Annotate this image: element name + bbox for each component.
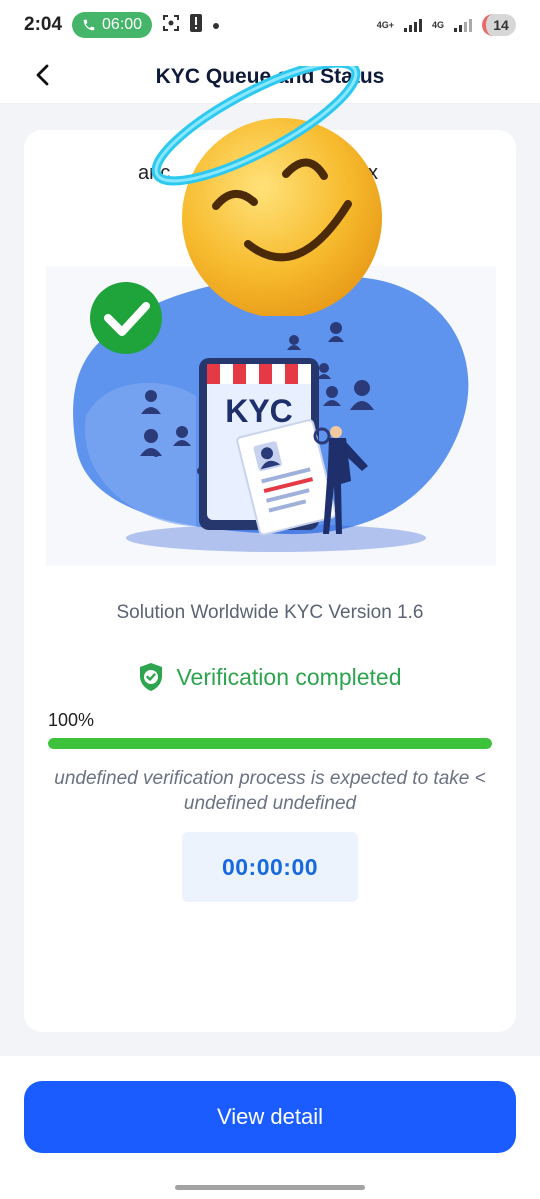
call-duration: 06:00 <box>102 16 143 33</box>
home-indicator[interactable] <box>175 1185 365 1190</box>
status-time: 2:04 <box>24 14 63 35</box>
back-button[interactable] <box>28 60 58 90</box>
progress-bar-fill <box>48 738 492 749</box>
network-type-2: 4G <box>431 19 444 30</box>
phone-icon <box>83 19 95 31</box>
view-detail-button[interactable]: View detail <box>24 1081 516 1153</box>
dot-icon <box>212 17 220 34</box>
network-type-1: 4G+ <box>376 19 394 30</box>
signal-icon-2 <box>454 18 472 32</box>
chevron-left-icon <box>36 64 49 86</box>
halo-smile-emoji-icon <box>151 66 382 316</box>
kyc-label: KYC <box>225 393 293 429</box>
progress-percent: 100% <box>48 710 95 730</box>
screenshot-icon <box>162 14 180 36</box>
timer-display: 00:00:00 <box>182 832 358 902</box>
status-bar: 2:04 06:00 4G+ 4G 14 <box>0 0 540 50</box>
kyc-version-text: Solution Worldwide KYC Version 1.6 <box>116 602 424 623</box>
alert-icon <box>190 14 203 36</box>
verification-status: Verification completed <box>0 662 540 692</box>
signal-icon <box>403 18 422 32</box>
shield-check-icon <box>140 663 163 691</box>
progress-bar <box>48 738 492 749</box>
expected-time-note: undefined verification process is expect… <box>54 768 486 814</box>
verification-status-text: Verification completed <box>176 663 402 690</box>
battery-icon: 14 <box>482 14 516 36</box>
ongoing-call-pill[interactable]: 06:00 <box>72 12 153 38</box>
